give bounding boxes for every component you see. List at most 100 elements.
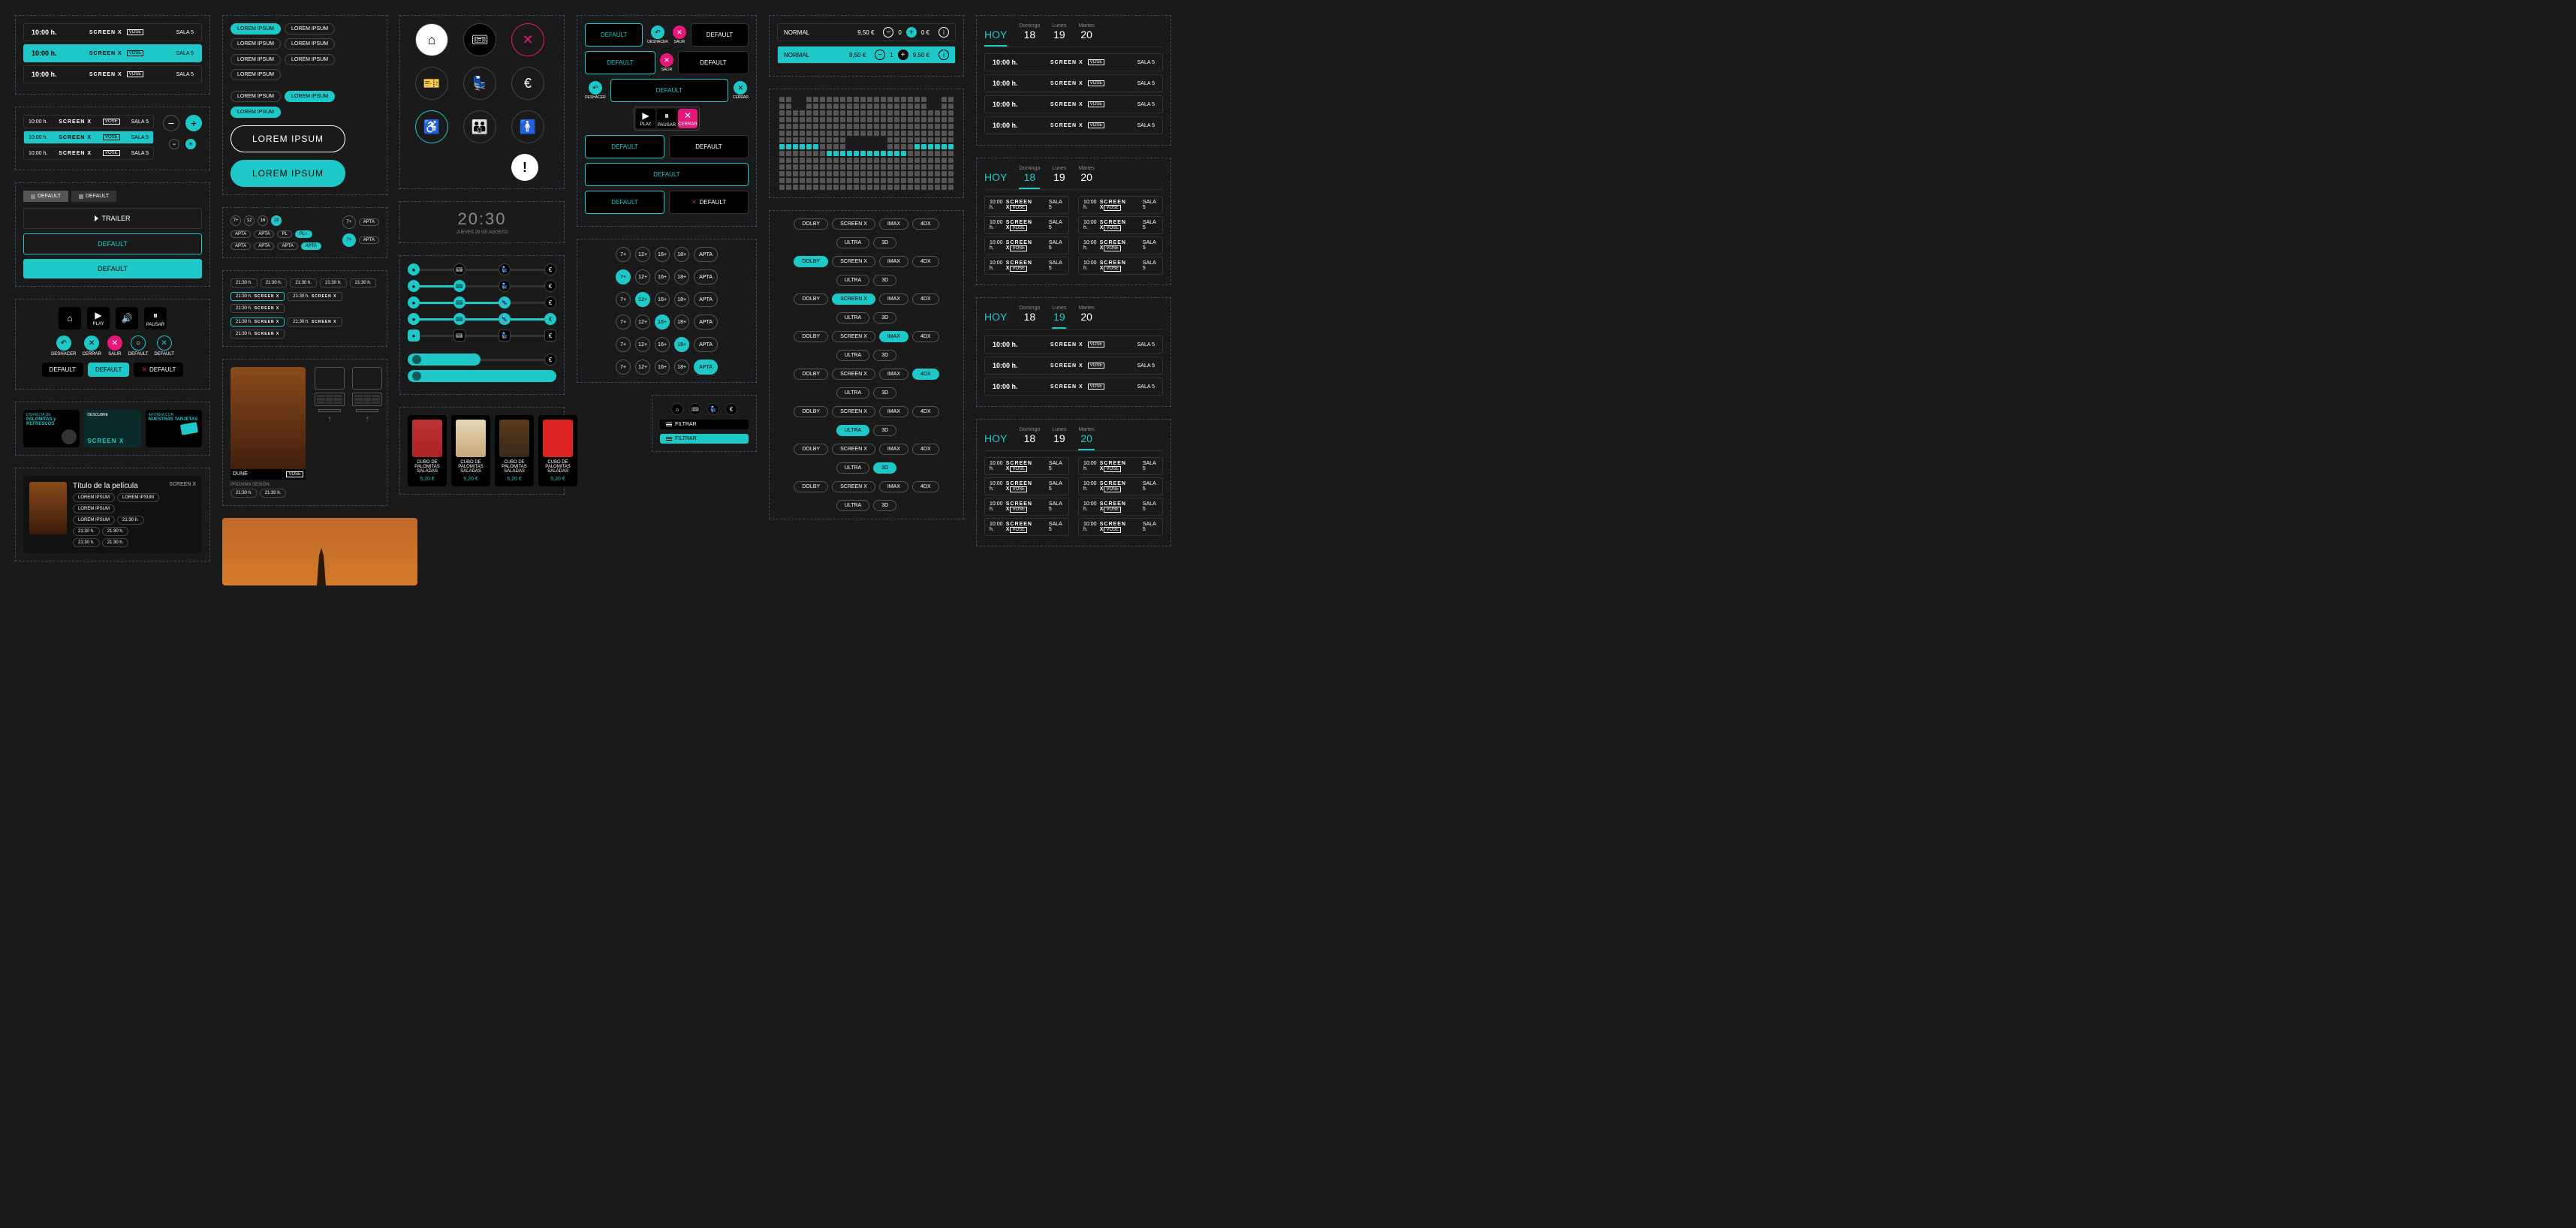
default-button[interactable]: DEFAULT <box>691 23 749 47</box>
format-pill[interactable]: 4DX <box>912 293 939 305</box>
rating-7[interactable]: 7+ <box>616 315 631 330</box>
showtime-row[interactable]: 10:00 h.SCREEN XVOSESALA 5 <box>984 74 1163 92</box>
rating-7[interactable]: 7+ <box>616 337 631 352</box>
showtime-row[interactable]: 10:00 h.SCREEN XVOSESALA 5 <box>23 65 202 83</box>
format-pill[interactable]: 3D <box>873 275 896 286</box>
format-pill[interactable]: DOLBY <box>794 481 828 492</box>
seat-mini-icon[interactable]: 💺 <box>707 403 719 415</box>
showtime-row[interactable]: 10:00 h.SCREEN XVOSESALA 5 <box>1078 477 1163 495</box>
chip[interactable]: LOREM IPSUM <box>230 107 281 118</box>
format-pill[interactable]: ULTRA <box>836 462 869 474</box>
format-pill[interactable]: 4DX <box>912 331 939 342</box>
close-button[interactable]: ✕CERRAR <box>678 109 697 128</box>
format-pill[interactable]: 4DX <box>912 218 939 230</box>
accessibility-icon-button[interactable]: ♿ <box>415 110 448 143</box>
format-pill[interactable]: SCREEN X <box>832 218 875 230</box>
format-pill[interactable]: IMAX <box>879 444 908 455</box>
rating-12[interactable]: 12+ <box>635 292 650 307</box>
default-outline-button[interactable]: DEFAULT <box>23 233 202 254</box>
promo-popcorn[interactable]: DISFRUTA DEPALOMITAS y REFRESCOS <box>23 410 80 447</box>
rating-16[interactable]: 16+ <box>655 360 670 375</box>
rating-16[interactable]: 16+ <box>655 315 670 330</box>
day-tab[interactable]: Domingo18 <box>1019 23 1040 47</box>
lorem-button-fill[interactable]: LOREM IPSUM <box>230 160 345 187</box>
chip[interactable]: LOREM IPSUM <box>230 91 281 102</box>
rating-apta[interactable]: APTA <box>694 269 718 284</box>
promo-screenx[interactable]: DESCUBRESCREEN X <box>84 410 140 447</box>
rating-7[interactable]: 7+ <box>342 233 356 247</box>
rating-apta[interactable]: APTA <box>301 242 321 250</box>
default-fill-button[interactable]: DEFAULT <box>23 259 202 278</box>
product-card[interactable]: CUBO DE PALOMITAS SALADAS5,20 € <box>451 415 490 486</box>
ticket-mini-icon[interactable]: 🎟 <box>689 403 701 415</box>
time-chip-screenx[interactable]: 21:30 h.SCREEN X <box>230 304 285 313</box>
format-pill[interactable]: 4DX <box>912 444 939 455</box>
showtime-row[interactable]: 10:00 h.SCREEN XVOSESALA 5 <box>984 518 1069 536</box>
rating-apta[interactable]: APTA <box>359 236 379 244</box>
format-pill[interactable]: 3D <box>873 387 896 399</box>
rating-apta[interactable]: APTA <box>359 218 379 226</box>
showtime-row[interactable]: 10:00 h.SCREEN XVOSESALA 5 <box>984 116 1163 134</box>
rating-apta[interactable]: APTA <box>694 292 718 307</box>
showtime-row[interactable]: 10:00 h.SCREEN XVOSESALA 5 <box>984 53 1163 71</box>
time-chip-screenx[interactable]: 21:30 h.SCREEN X <box>288 292 342 301</box>
rating-12[interactable]: 12+ <box>635 315 650 330</box>
showtime-row[interactable]: 10:00 h.SCREEN XVOSESALA 5 <box>984 257 1069 275</box>
seat-map[interactable] <box>777 97 956 190</box>
plus-button[interactable]: + <box>185 115 202 131</box>
showtime-row[interactable]: 10:00 h.SCREEN XVOSESALA 5 <box>1078 196 1163 214</box>
showtime-row[interactable]: 10:00 h.SCREEN XVOSESALA 5 <box>1078 498 1163 516</box>
day-tab[interactable]: Martes20 <box>1078 427 1094 450</box>
chip[interactable]: LOREM IPSUM <box>230 69 281 80</box>
format-pill[interactable]: 3D <box>873 462 896 474</box>
showtime-row[interactable]: 10:00 h.SCREEN XVOSESALA 5 <box>1078 457 1163 475</box>
rating-18[interactable]: 18+ <box>674 269 689 284</box>
home-mini-icon[interactable]: ⌂ <box>671 403 683 415</box>
showtime-row[interactable]: 10:00 h.SCREEN XVOSESALA 5 <box>984 498 1069 516</box>
rating-7[interactable]: 7+ <box>616 247 631 262</box>
rating-12[interactable]: 12 <box>244 215 255 226</box>
close-circ[interactable]: ✕CERRAR <box>733 81 749 100</box>
seat-icon-button[interactable]: 💺 <box>463 67 496 100</box>
hero-banner[interactable] <box>222 518 417 585</box>
showtime-row[interactable]: 10:00 h.SCREEN XVOSESALA 5 <box>23 23 202 41</box>
default-button-sel[interactable]: DEFAULT <box>585 23 643 47</box>
undo-button[interactable]: ↶DESHACER <box>51 336 76 357</box>
format-pill[interactable]: IMAX <box>879 256 908 267</box>
minus-button[interactable]: − <box>163 115 179 131</box>
time-chip[interactable]: 21:30 h. <box>230 278 258 287</box>
chip[interactable]: LOREM IPSUM <box>285 91 335 102</box>
rating-7[interactable]: 7+ <box>342 215 356 229</box>
format-pill[interactable]: DOLBY <box>794 444 828 455</box>
format-pill[interactable]: ULTRA <box>836 237 869 248</box>
format-pill[interactable]: DOLBY <box>794 369 828 380</box>
day-tab[interactable]: Domingo18 <box>1019 166 1040 189</box>
format-pill[interactable]: IMAX <box>879 293 908 305</box>
chip[interactable]: LOREM IPSUM <box>285 38 335 50</box>
chip[interactable]: LOREM IPSUM <box>230 54 281 65</box>
chip[interactable]: LOREM IPSUM <box>230 23 281 35</box>
undo-circ[interactable]: ↶DESHACER <box>647 26 668 44</box>
default-button[interactable]: DEFAULT <box>669 135 749 158</box>
format-pill[interactable]: SCREEN X <box>832 444 875 455</box>
default-button-wide[interactable]: DEFAULT <box>610 79 728 102</box>
movie-poster[interactable]: DUNEVOSE <box>230 367 306 480</box>
format-pill[interactable]: SCREEN X <box>832 369 875 380</box>
rating-apta[interactable]: APTA <box>694 360 718 375</box>
chip[interactable]: LOREM IPSUM <box>230 38 281 50</box>
day-tab-hoy[interactable]: HOY <box>984 427 1007 450</box>
pause-button[interactable]: ⏸PAUSAR <box>144 307 167 330</box>
lorem-button-outline[interactable]: LOREM IPSUM <box>230 125 345 152</box>
showtime-row[interactable]: 10:00 h.SCREEN XVOSESALA 5 <box>984 336 1163 354</box>
rating-pl[interactable]: PL+ <box>295 230 312 238</box>
format-pill[interactable]: 3D <box>873 500 896 511</box>
format-pill[interactable]: 3D <box>873 237 896 248</box>
time-chip-screenx[interactable]: 21:30 h.SCREEN X <box>230 292 285 301</box>
day-tab[interactable]: Domingo18 <box>1019 427 1040 450</box>
rating-7[interactable]: 7+ <box>616 292 631 307</box>
showtime-row-sm-selected[interactable]: 10:00 h.SCREEN XVOSESALA 5 <box>23 131 154 144</box>
default-button-sel[interactable]: DEFAULT <box>585 191 664 214</box>
tab-default[interactable]: DEFAULT <box>71 191 116 202</box>
rating-12[interactable]: 12+ <box>635 247 650 262</box>
rating-16[interactable]: 16+ <box>655 292 670 307</box>
